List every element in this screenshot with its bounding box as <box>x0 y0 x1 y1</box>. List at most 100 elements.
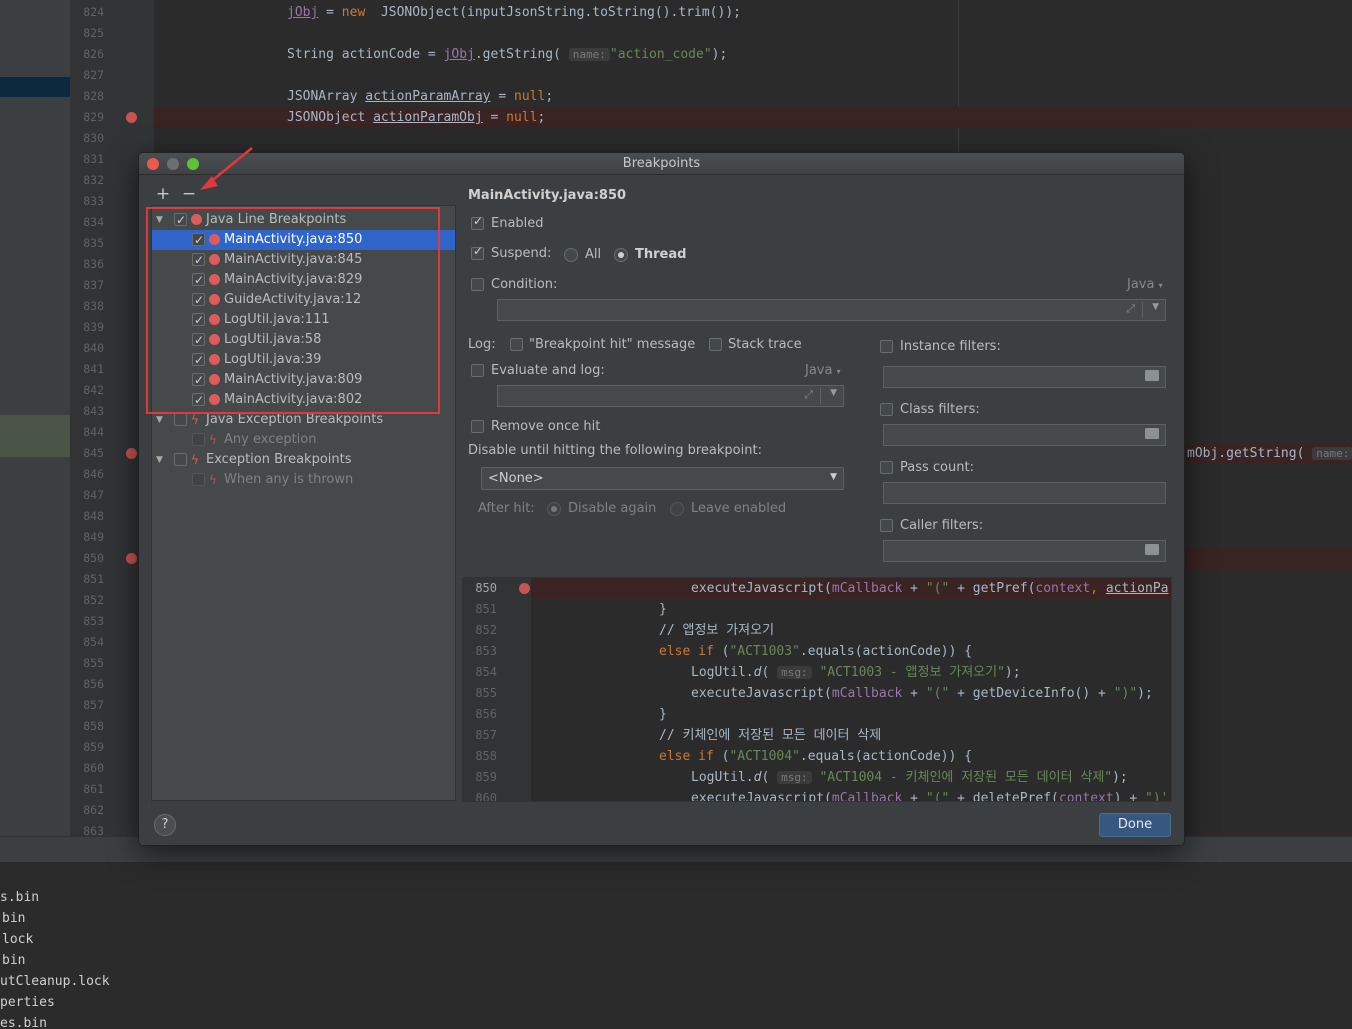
breakpoint-icon[interactable] <box>126 112 137 123</box>
caller-filters-checkbox[interactable] <box>880 519 893 532</box>
caller-filters-input[interactable] <box>883 540 1166 562</box>
item-checkbox[interactable] <box>192 270 205 290</box>
code-line-824[interactable]: jObj = new JSONObject(inputJsonString.to… <box>287 2 741 23</box>
suspend-thread-radio[interactable] <box>614 248 628 262</box>
item-checkbox[interactable] <box>192 370 205 390</box>
item-checkbox[interactable] <box>192 230 205 250</box>
class-filters-label: Class filters: <box>900 402 980 417</box>
item-checkbox[interactable] <box>192 473 205 486</box>
instance-filters-checkbox[interactable] <box>880 340 893 353</box>
file-list-item[interactable]: bin <box>2 908 25 929</box>
code-token: "action_code" <box>609 47 712 62</box>
help-button[interactable]: ? <box>154 814 176 836</box>
code-line-828[interactable]: JSONArray actionParamArray = null; <box>287 86 553 107</box>
class-filters-checkbox[interactable] <box>880 403 893 416</box>
add-breakpoint-button[interactable]: + <box>154 184 172 204</box>
item-checkbox[interactable] <box>192 390 205 410</box>
item-checkbox[interactable] <box>192 310 205 330</box>
folder-icon[interactable] <box>1145 544 1159 555</box>
dropdown-arrow-icon[interactable]: ▼ <box>830 388 837 398</box>
evaluate-language[interactable]: Java ▾ <box>805 363 841 378</box>
breakpoint-icon[interactable] <box>126 553 137 564</box>
expand-arrow-icon[interactable]: ▼ <box>156 410 166 430</box>
expand-arrow-icon[interactable]: ▼ <box>156 450 166 470</box>
pass-count-checkbox[interactable] <box>880 461 893 474</box>
tree-item-breakpoint[interactable]: LogUtil.java:58 <box>152 330 455 350</box>
dialog-titlebar[interactable]: Breakpoints <box>139 153 1184 175</box>
code-token: ( <box>713 749 730 764</box>
item-checkbox[interactable] <box>192 250 205 270</box>
code-preview[interactable]: 850 851 852 853 854 855 856 857 858 859 860 execut… <box>462 577 1172 802</box>
code-token: = <box>482 110 507 125</box>
tree-group-java-line-breakpoints[interactable]: ▼ Java Line Breakpoints <box>152 210 455 230</box>
evaluate-log-checkbox[interactable] <box>471 364 484 377</box>
stack-trace-label: Stack trace <box>728 337 802 352</box>
file-list-item[interactable]: s.bin <box>0 887 39 908</box>
group-checkbox[interactable] <box>174 453 187 466</box>
tree-group-exception-breakpoints[interactable]: ▼ ϟ Exception Breakpoints <box>152 450 455 470</box>
done-button[interactable]: Done <box>1099 813 1171 837</box>
remove-breakpoint-button[interactable]: − <box>180 184 198 204</box>
condition-checkbox[interactable] <box>471 278 484 291</box>
disable-again-radio[interactable] <box>547 502 561 516</box>
suspend-checkbox[interactable] <box>471 244 484 260</box>
file-list-item[interactable]: es.bin <box>0 1013 47 1029</box>
tree-group-label: Java Exception Breakpoints <box>206 412 384 427</box>
file-list-item[interactable]: perties <box>0 992 55 1013</box>
code-line-845[interactable]: mObj.getString( name: <box>1187 443 1352 464</box>
condition-input[interactable]: ⤢ ▼ <box>497 299 1166 321</box>
line-number: 855 <box>83 656 104 670</box>
condition-language[interactable]: Java ▾ <box>1127 277 1163 292</box>
parameter-hint: msg: <box>777 666 812 679</box>
preview-line-851: } <box>659 599 667 620</box>
folder-icon[interactable] <box>1145 428 1159 439</box>
suspend-all-radio[interactable] <box>564 248 578 262</box>
group-checkbox[interactable] <box>174 210 187 230</box>
expand-arrow-icon[interactable]: ▼ <box>156 210 166 230</box>
tree-item-breakpoint[interactable]: MainActivity.java:850 <box>152 230 455 250</box>
remove-once-hit-checkbox[interactable] <box>471 420 484 433</box>
breakpoint-icon[interactable] <box>126 448 137 459</box>
tree-item-breakpoint[interactable]: GuideActivity.java:12 <box>152 290 455 310</box>
line-number: 841 <box>83 362 104 376</box>
folder-icon[interactable] <box>1145 370 1159 381</box>
log-message-checkbox[interactable] <box>510 338 523 351</box>
stack-trace-checkbox[interactable] <box>709 338 722 351</box>
pass-count-input[interactable] <box>883 482 1166 504</box>
item-checkbox[interactable] <box>192 290 205 310</box>
tree-item-when-any-is-thrown[interactable]: ϟ When any is thrown <box>152 470 455 490</box>
leave-enabled-radio[interactable] <box>670 502 684 516</box>
code-line-829[interactable]: JSONObject actionParamObj = null; <box>287 107 545 128</box>
breakpoints-tree[interactable]: ▼ Java Line Breakpoints MainActivity.jav… <box>151 205 456 801</box>
expand-icon[interactable]: ⤢ <box>1126 302 1135 316</box>
tree-item-any-exception[interactable]: ϟ Any exception <box>152 430 455 450</box>
code-token: JSONArray <box>287 89 366 104</box>
tree-item-breakpoint[interactable]: LogUtil.java:39 <box>152 350 455 370</box>
breakpoint-icon[interactable] <box>519 583 530 594</box>
tree-item-breakpoint[interactable]: MainActivity.java:845 <box>152 250 455 270</box>
file-list-item[interactable]: bin <box>2 950 25 971</box>
line-number: 834 <box>83 215 104 229</box>
tree-item-breakpoint[interactable]: MainActivity.java:802 <box>152 390 455 410</box>
file-list-item[interactable]: lock <box>2 929 33 950</box>
instance-filters-input[interactable] <box>883 366 1166 388</box>
tree-item-breakpoint[interactable]: MainActivity.java:809 <box>152 370 455 390</box>
evaluate-log-input[interactable]: ⤢ ▼ <box>497 385 844 407</box>
disable-until-select[interactable]: <None> ▼ <box>481 467 844 490</box>
tree-group-java-exception-breakpoints[interactable]: ▼ ϟ Java Exception Breakpoints <box>152 410 455 430</box>
class-filters-input[interactable] <box>883 424 1166 446</box>
enabled-checkbox[interactable] <box>471 214 484 230</box>
item-checkbox[interactable] <box>192 350 205 370</box>
code-token: "ACT1003" <box>729 644 800 659</box>
item-checkbox[interactable] <box>192 433 205 446</box>
tree-item-breakpoint[interactable]: LogUtil.java:111 <box>152 310 455 330</box>
code-line-826[interactable]: String actionCode = jObj.getString( name… <box>287 44 727 65</box>
file-list-item[interactable]: utCleanup.lock <box>0 971 110 992</box>
expand-icon[interactable]: ⤢ <box>804 388 813 402</box>
code-token: LogUtil. <box>691 665 754 680</box>
dropdown-arrow-icon[interactable]: ▼ <box>1152 302 1159 312</box>
tree-item-breakpoint[interactable]: MainActivity.java:829 <box>152 270 455 290</box>
item-checkbox[interactable] <box>192 330 205 350</box>
group-checkbox[interactable] <box>174 413 187 426</box>
project-selected-row[interactable] <box>0 77 70 97</box>
